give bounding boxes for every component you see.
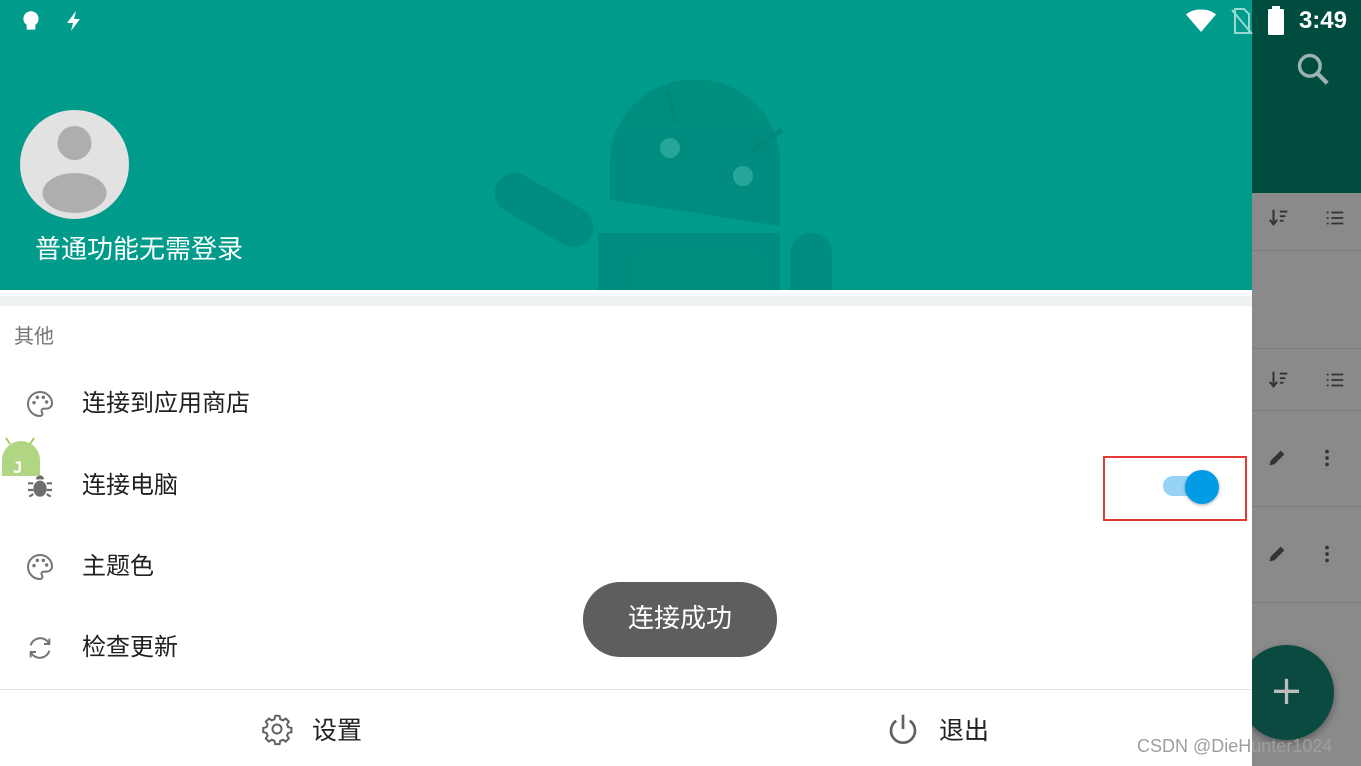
- add-fab-button[interactable]: +: [1239, 645, 1334, 740]
- power-icon: [889, 714, 917, 744]
- divider: [0, 296, 1252, 306]
- status-time: 3:49: [1298, 7, 1347, 34]
- refresh-icon: [29, 637, 51, 659]
- menu-item-connect-pc[interactable]: 连接电脑: [0, 446, 1252, 526]
- more-vert-icon[interactable]: [1316, 447, 1338, 469]
- edit-icon[interactable]: [1266, 543, 1288, 565]
- background-card: [1252, 251, 1361, 349]
- logout-label: 退出: [939, 715, 990, 745]
- drawer-header: 普通功能无需登录: [0, 0, 1252, 290]
- menu-item-connect-store[interactable]: 连接到应用商店: [0, 364, 1252, 444]
- logout-button[interactable]: 退出: [885, 690, 989, 766]
- android-robot-illustration: [494, 80, 832, 290]
- sort-icon[interactable]: [1268, 369, 1290, 391]
- avatar[interactable]: [20, 110, 129, 219]
- highlight-annotation-box: [1103, 456, 1247, 521]
- search-icon[interactable]: [1294, 50, 1332, 88]
- status-bar: 3:49: [0, 0, 1361, 42]
- settings-label: 设置: [312, 715, 363, 745]
- menu-item-label: 检查更新: [82, 633, 178, 661]
- person-icon: [42, 126, 107, 213]
- sort-icon[interactable]: [1268, 207, 1290, 229]
- settings-button[interactable]: 设置: [260, 690, 362, 766]
- list-icon[interactable]: [1324, 369, 1346, 391]
- watermark: CSDN @DieHunter1024: [1137, 736, 1333, 756]
- menu-item-label: 连接电脑: [82, 471, 178, 499]
- palette-icon: [27, 390, 54, 418]
- notification-app-icon: [23, 11, 39, 30]
- section-label-other: 其他: [14, 324, 54, 348]
- toast-message: 连接成功: [583, 582, 777, 657]
- menu-item-label: 主题色: [82, 552, 154, 580]
- username-label: 普通功能无需登录: [35, 235, 244, 265]
- background-list-item: [1252, 411, 1361, 507]
- svg-text:J: J: [13, 458, 23, 477]
- android-floating-badge-icon[interactable]: J: [0, 436, 42, 488]
- palette-icon: [27, 553, 54, 581]
- menu-item-label: 连接到应用商店: [82, 389, 250, 417]
- wifi-icon: [1185, 9, 1216, 32]
- background-row: [1252, 349, 1361, 411]
- background-row: [1252, 193, 1361, 251]
- list-icon[interactable]: [1324, 207, 1346, 229]
- gear-icon: [262, 714, 293, 745]
- flash-icon: [67, 11, 80, 31]
- background-list-item: [1252, 507, 1361, 603]
- more-vert-icon[interactable]: [1316, 543, 1338, 565]
- drawer-bottom-bar: 设置 退出: [0, 689, 1252, 766]
- edit-icon[interactable]: [1266, 447, 1288, 469]
- no-sim-icon: [1231, 8, 1253, 35]
- battery-icon: [1267, 6, 1284, 35]
